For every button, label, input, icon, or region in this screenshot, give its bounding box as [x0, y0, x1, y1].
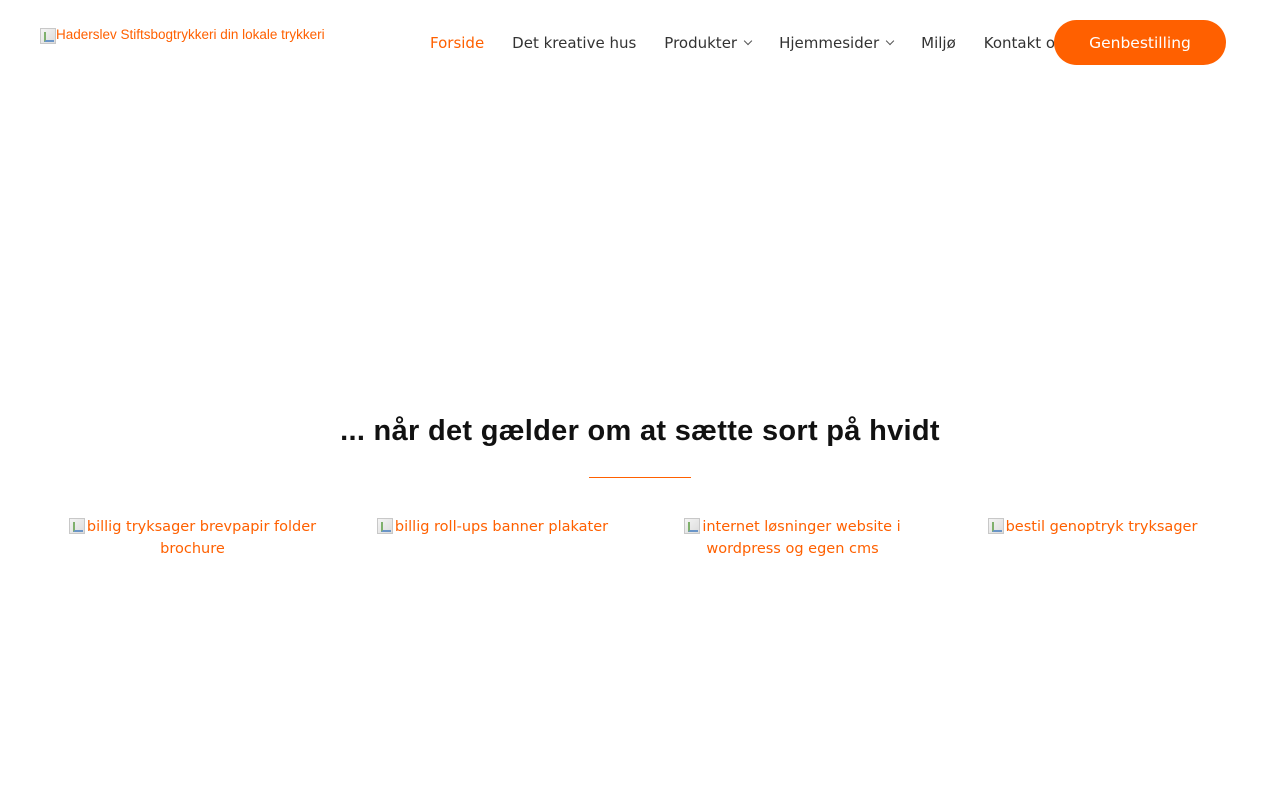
nav-item-hjemmesider[interactable]: Hjemmesider: [765, 20, 907, 65]
chevron-down-icon: [743, 36, 753, 45]
broken-image-icon: [68, 518, 85, 534]
nav-item-label: Kontakt os: [983, 33, 1063, 52]
chevron-down-icon: [885, 36, 895, 45]
tagline-divider: [589, 477, 691, 478]
nav-item-label: Det kreative hus: [512, 33, 637, 52]
tile-alt-text: bestil genoptryk tryksager: [1005, 519, 1198, 535]
broken-image-icon: [987, 518, 1004, 534]
site-header: Haderslev Stiftsbogtrykkeri din lokale t…: [0, 0, 1280, 84]
genbestilling-button[interactable]: Genbestilling: [1054, 20, 1226, 65]
tile-alt-text: billig roll-ups banner plakater: [394, 519, 609, 535]
broken-image-icon: [40, 28, 56, 44]
nav-item-label: Forside: [430, 33, 485, 52]
main-navigation: Forside Det kreative hus Produkter Hjemm…: [416, 20, 1077, 65]
nav-item-label: Produkter: [664, 33, 738, 52]
broken-image-icon: [376, 518, 393, 534]
tile-roll-ups[interactable]: billig roll-ups banner plakater: [345, 516, 645, 776]
tile-tryksager[interactable]: billig tryksager brevpapir folder brochu…: [45, 516, 345, 776]
page: Haderslev Stiftsbogtrykkeri din lokale t…: [0, 0, 1280, 800]
nav-item-label: Miljø: [921, 33, 956, 52]
tile-alt-text: billig tryksager brevpapir folder brochu…: [86, 519, 317, 557]
tile-internet-losninger[interactable]: internet løsninger website i wordpress o…: [645, 516, 945, 776]
tile-alt-text: internet løsninger website i wordpress o…: [702, 519, 901, 557]
product-tiles: billig tryksager brevpapir folder brochu…: [45, 516, 1245, 776]
logo-alt-text: Haderslev Stiftsbogtrykkeri din lokale t…: [56, 27, 325, 42]
nav-item-produkter[interactable]: Produkter: [650, 20, 765, 65]
site-logo-link[interactable]: Haderslev Stiftsbogtrykkeri din lokale t…: [40, 28, 330, 44]
tile-genoptryk[interactable]: bestil genoptryk tryksager: [945, 516, 1245, 776]
nav-item-det-kreative-hus[interactable]: Det kreative hus: [498, 20, 650, 65]
broken-image-icon: [684, 518, 701, 534]
hero-tagline: ... når det gælder om at sætte sort på h…: [340, 415, 940, 447]
nav-item-forside[interactable]: Forside: [416, 20, 498, 65]
nav-item-label: Hjemmesider: [779, 33, 880, 52]
nav-item-miljo[interactable]: Miljø: [907, 20, 970, 65]
